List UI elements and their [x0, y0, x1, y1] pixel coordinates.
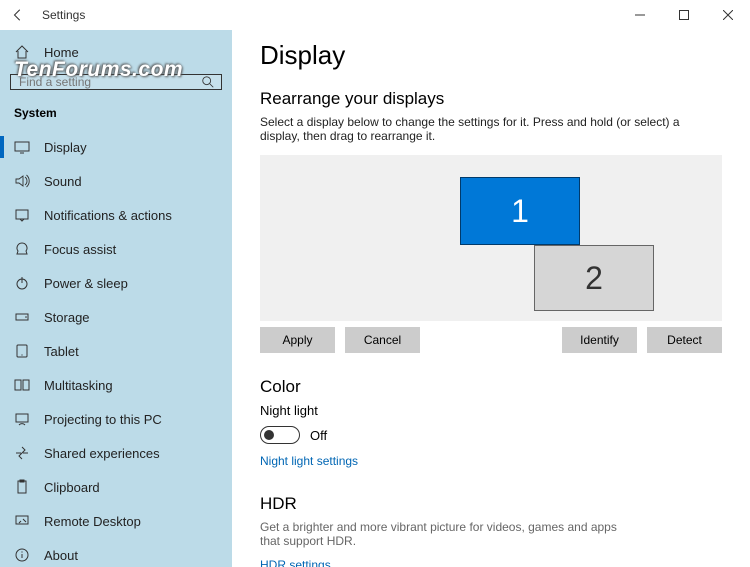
- nav-label: Remote Desktop: [44, 514, 141, 529]
- sidebar-item-projecting[interactable]: Projecting to this PC: [0, 402, 232, 436]
- rearrange-heading: Rearrange your displays: [260, 89, 722, 109]
- storage-icon: [14, 309, 30, 325]
- nav-label: Shared experiences: [44, 446, 160, 461]
- nav-label: Display: [44, 140, 87, 155]
- sidebar-item-remote[interactable]: Remote Desktop: [0, 504, 232, 538]
- maximize-button[interactable]: [662, 0, 706, 30]
- night-light-label: Night light: [260, 403, 722, 418]
- hdr-settings-link[interactable]: HDR settings: [260, 558, 331, 567]
- rearrange-desc: Select a display below to change the set…: [260, 115, 722, 143]
- sidebar-item-clipboard[interactable]: Clipboard: [0, 470, 232, 504]
- focus-icon: [14, 241, 30, 257]
- multitasking-icon: [14, 377, 30, 393]
- window-controls: [618, 0, 750, 30]
- notifications-icon: [14, 207, 30, 223]
- projecting-icon: [14, 411, 30, 427]
- detect-button[interactable]: Detect: [647, 327, 722, 353]
- minimize-button[interactable]: [618, 0, 662, 30]
- window-title: Settings: [42, 8, 85, 22]
- sidebar-item-power[interactable]: Power & sleep: [0, 266, 232, 300]
- power-icon: [14, 275, 30, 291]
- about-icon: [14, 547, 30, 563]
- clipboard-icon: [14, 479, 30, 495]
- identify-button[interactable]: Identify: [562, 327, 637, 353]
- nav-label: Projecting to this PC: [44, 412, 162, 427]
- night-light-settings-link[interactable]: Night light settings: [260, 454, 358, 468]
- search-box[interactable]: [10, 74, 222, 90]
- monitor-2[interactable]: 2: [534, 245, 654, 311]
- close-button[interactable]: [706, 0, 750, 30]
- sound-icon: [14, 173, 30, 189]
- titlebar: Settings: [0, 0, 750, 30]
- sidebar-item-multitasking[interactable]: Multitasking: [0, 368, 232, 402]
- color-heading: Color: [260, 377, 722, 397]
- page-title: Display: [260, 40, 722, 71]
- sidebar-item-storage[interactable]: Storage: [0, 300, 232, 334]
- home-label: Home: [44, 45, 79, 60]
- hdr-heading: HDR: [260, 494, 722, 514]
- monitor-1[interactable]: 1: [460, 177, 580, 245]
- apply-button[interactable]: Apply: [260, 327, 335, 353]
- sidebar-item-display[interactable]: Display: [0, 130, 232, 164]
- toggle-state: Off: [310, 428, 327, 443]
- display-icon: [14, 139, 30, 155]
- nav-label: Notifications & actions: [44, 208, 172, 223]
- shared-icon: [14, 445, 30, 461]
- nav-label: Tablet: [44, 344, 79, 359]
- search-icon: [195, 75, 221, 89]
- back-button[interactable]: [8, 5, 28, 25]
- sidebar-item-about[interactable]: About: [0, 538, 232, 567]
- nav-label: Clipboard: [44, 480, 100, 495]
- nav-label: Sound: [44, 174, 82, 189]
- sidebar-item-tablet[interactable]: Tablet: [0, 334, 232, 368]
- nav-label: Storage: [44, 310, 90, 325]
- sidebar-item-sound[interactable]: Sound: [0, 164, 232, 198]
- night-light-toggle[interactable]: [260, 426, 300, 444]
- sidebar-item-shared[interactable]: Shared experiences: [0, 436, 232, 470]
- cancel-button[interactable]: Cancel: [345, 327, 420, 353]
- nav-label: Power & sleep: [44, 276, 128, 291]
- nav-label: Focus assist: [44, 242, 116, 257]
- tablet-icon: [14, 343, 30, 359]
- main-content: Display Rearrange your displays Select a…: [232, 30, 750, 567]
- sidebar-section: System: [0, 100, 232, 130]
- nav-label: About: [44, 548, 78, 563]
- hdr-desc: Get a brighter and more vibrant picture …: [260, 520, 640, 548]
- display-arrangement[interactable]: 1 2: [260, 155, 722, 321]
- nav-label: Multitasking: [44, 378, 113, 393]
- sidebar-item-notifications[interactable]: Notifications & actions: [0, 198, 232, 232]
- sidebar: Home System Display Sound Notifications …: [0, 30, 232, 567]
- home-link[interactable]: Home: [0, 36, 232, 68]
- sidebar-item-focus-assist[interactable]: Focus assist: [0, 232, 232, 266]
- remote-icon: [14, 513, 30, 529]
- search-input[interactable]: [11, 75, 195, 89]
- home-icon: [14, 44, 30, 60]
